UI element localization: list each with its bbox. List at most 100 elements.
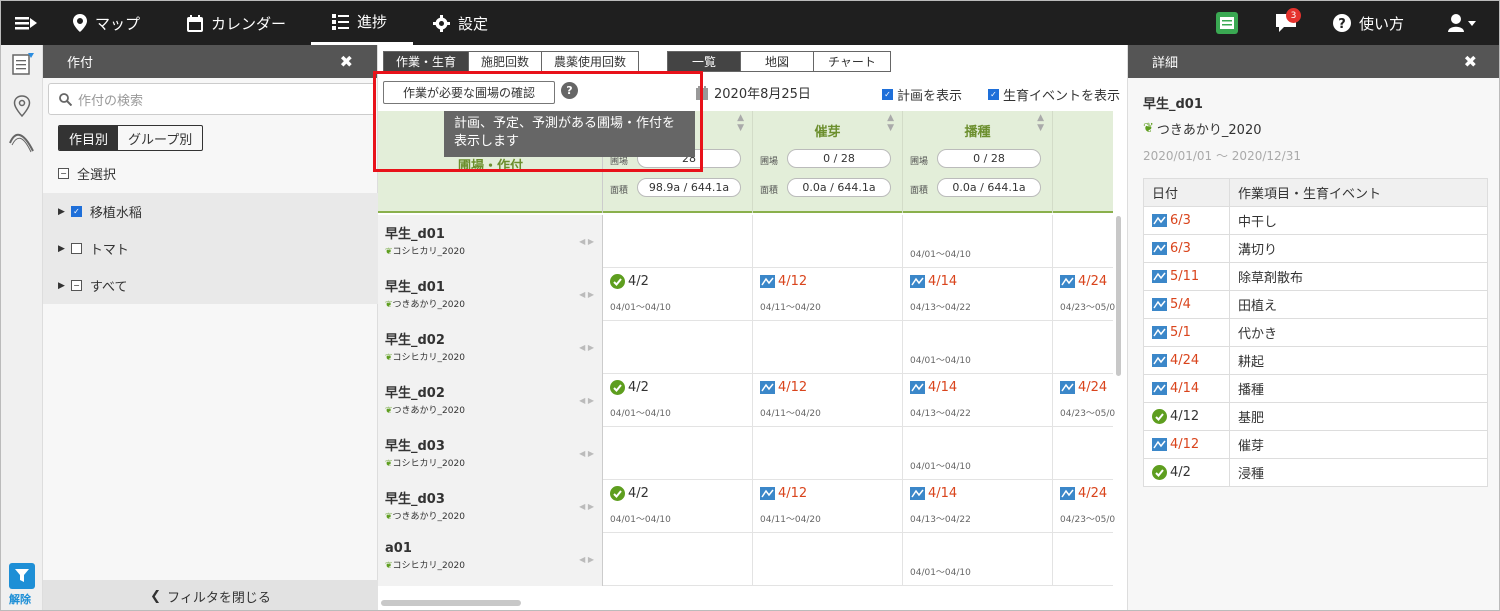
status-cell[interactable]: [753, 427, 903, 480]
seg-by-crop[interactable]: 作目別: [59, 126, 119, 150]
status-cell[interactable]: [603, 427, 753, 480]
status-cell[interactable]: 4/14 04/13～04/22: [903, 374, 1053, 427]
close-filter-button[interactable]: ❮ フィルタを閉じる: [43, 580, 378, 610]
detail-row[interactable]: 4/14 播種: [1143, 374, 1488, 403]
nav-calendar[interactable]: カレンダー: [187, 1, 286, 45]
status-cell[interactable]: [603, 215, 753, 268]
location-pin-icon[interactable]: [13, 95, 31, 117]
detail-row[interactable]: 6/3 溝切り: [1143, 234, 1488, 263]
field-cell[interactable]: 早生_d03 ❦つきあかり_2020 ◀ ▶: [378, 480, 603, 533]
tree-checkbox[interactable]: ✓: [70, 206, 82, 217]
field-cell[interactable]: 早生_d01 ❦つきあかり_2020 ◀ ▶: [378, 268, 603, 321]
status-cell[interactable]: [753, 215, 903, 268]
tree-checkbox[interactable]: [70, 243, 82, 254]
vertical-scrollbar[interactable]: [1116, 216, 1121, 376]
tree-item-tomato[interactable]: ▶ トマト: [43, 230, 378, 267]
tab-map[interactable]: 地図: [741, 52, 815, 71]
field-cell[interactable]: 早生_d03 ❦コシヒカリ_2020 ◀ ▶: [378, 427, 603, 480]
detail-row[interactable]: 5/11 除草剤散布: [1143, 262, 1488, 291]
field-cell[interactable]: a01 ❦コシヒカリ_2020 ◀ ▶: [378, 533, 603, 586]
status-cell[interactable]: 4/12 04/11～04/20: [753, 374, 903, 427]
help-link[interactable]: ? 使い方: [1333, 1, 1404, 45]
status-cell[interactable]: 04/01～04/10: [903, 321, 1053, 374]
nav-map[interactable]: マップ: [73, 1, 140, 45]
show-events-checkbox[interactable]: ✓: [988, 89, 999, 100]
nav-progress[interactable]: 進捗: [311, 1, 413, 45]
spreadsheet-icon[interactable]: [1216, 1, 1238, 45]
detail-row[interactable]: 6/3 中干し: [1143, 206, 1488, 235]
nav-settings[interactable]: 設定: [433, 1, 488, 45]
status-cell[interactable]: 4/14 04/13～04/22: [903, 268, 1053, 321]
detail-row[interactable]: 5/1 代かき: [1143, 318, 1488, 347]
table-row[interactable]: a01 ❦コシヒカリ_2020 ◀ ▶ 04/01～04/10: [378, 533, 1203, 586]
detail-row[interactable]: 4/12 基肥: [1143, 402, 1488, 431]
status-cell[interactable]: 4/2 04/01～04/10: [603, 374, 753, 427]
show-events-toggle[interactable]: ✓ 生育イベントを表示: [988, 85, 1120, 104]
date-display[interactable]: 2020年8月25日: [696, 83, 811, 102]
tab-fertilizer[interactable]: 施肥回数: [469, 52, 543, 71]
pill-field-label: 圃場: [760, 157, 779, 167]
sort-arrows-icon[interactable]: ▲▼: [737, 113, 744, 133]
table-row[interactable]: 早生_d03 ❦コシヒカリ_2020 ◀ ▶ 04/01～04/10: [378, 427, 1203, 480]
status-cell[interactable]: [603, 533, 753, 586]
tree-checkbox[interactable]: −: [70, 280, 82, 291]
list-doc-icon[interactable]: [12, 53, 34, 75]
status-cell[interactable]: [603, 321, 753, 374]
crop-search-input[interactable]: 作付の検索: [48, 83, 376, 115]
tree-item-rice[interactable]: ▶ ✓ 移植水稲: [43, 193, 378, 230]
filter-close-icon[interactable]: ✖: [340, 52, 353, 71]
status-cell[interactable]: 4/14 04/13～04/22: [903, 480, 1053, 533]
table-row[interactable]: 早生_d02 ❦つきあかり_2020 ◀ ▶ 4/2 04/01～04/10 4/12 04…: [378, 374, 1203, 427]
user-menu[interactable]: [1448, 1, 1478, 45]
detail-row[interactable]: 4/24 耕起: [1143, 346, 1488, 375]
row-nav-arrows-icon[interactable]: ◀ ▶: [579, 502, 594, 511]
status-cell[interactable]: [753, 533, 903, 586]
table-row[interactable]: 早生_d02 ❦コシヒカリ_2020 ◀ ▶ 04/01～04/10: [378, 321, 1203, 374]
select-all-checkbox[interactable]: −: [58, 168, 69, 179]
row-nav-arrows-icon[interactable]: ◀ ▶: [579, 396, 594, 405]
field-cell[interactable]: 早生_d01 ❦コシヒカリ_2020 ◀ ▶: [378, 215, 603, 268]
select-all-row[interactable]: − 全選択: [43, 155, 378, 192]
row-nav-arrows-icon[interactable]: ◀ ▶: [579, 555, 594, 564]
detail-row[interactable]: 4/2 浸種: [1143, 458, 1488, 487]
show-plan-toggle[interactable]: ✓ 計画を表示: [882, 85, 962, 104]
field-cell[interactable]: 早生_d02 ❦コシヒカリ_2020 ◀ ▶: [378, 321, 603, 374]
status-cell[interactable]: 4/12 04/11～04/20: [753, 480, 903, 533]
tree-item-all[interactable]: ▶ − すべて: [43, 267, 378, 304]
detail-close-icon[interactable]: ✖: [1464, 52, 1477, 71]
row-nav-arrows-icon[interactable]: ◀ ▶: [579, 290, 594, 299]
status-cell[interactable]: 04/01～04/10: [903, 533, 1053, 586]
table-row[interactable]: 早生_d01 ❦コシヒカリ_2020 ◀ ▶ 04/01～04/10: [378, 215, 1203, 268]
detail-row[interactable]: 5/4 田植え: [1143, 290, 1488, 319]
table-row[interactable]: 早生_d03 ❦つきあかり_2020 ◀ ▶ 4/2 04/01～04/10 4/12 04…: [378, 480, 1203, 533]
status-cell[interactable]: 4/12 04/11～04/20: [753, 268, 903, 321]
filter-release-label[interactable]: 解除: [9, 591, 31, 607]
status-cell[interactable]: 04/01～04/10: [903, 427, 1053, 480]
row-nav-arrows-icon[interactable]: ◀ ▶: [579, 237, 594, 246]
status-cell[interactable]: [753, 321, 903, 374]
seg-by-group[interactable]: グループ別: [118, 126, 202, 150]
close-filter-label: フィルタを閉じる: [167, 590, 271, 606]
table-row[interactable]: 早生_d01 ❦つきあかり_2020 ◀ ▶ 4/2 04/01～04/10 4/12 04…: [378, 268, 1203, 321]
expand-arrow-icon[interactable]: ▶: [58, 281, 65, 291]
sort-arrows-icon[interactable]: ▲▼: [887, 113, 894, 133]
show-plan-checkbox[interactable]: ✓: [882, 89, 893, 100]
menu-toggle-icon[interactable]: [15, 1, 37, 45]
curve-icon[interactable]: [9, 131, 35, 153]
horizontal-scrollbar[interactable]: [381, 600, 521, 606]
expand-arrow-icon[interactable]: ▶: [58, 244, 65, 254]
tab-pesticide[interactable]: 農薬使用回数: [542, 52, 638, 71]
tab-work-growth[interactable]: 作業・生育: [384, 52, 470, 71]
row-nav-arrows-icon[interactable]: ◀ ▶: [579, 343, 594, 352]
status-cell[interactable]: 4/2 04/01～04/10: [603, 268, 753, 321]
status-cell[interactable]: 4/2 04/01～04/10: [603, 480, 753, 533]
filter-icon[interactable]: [9, 563, 35, 589]
sort-arrows-icon[interactable]: ▲▼: [1037, 113, 1044, 133]
field-cell[interactable]: 早生_d02 ❦つきあかり_2020 ◀ ▶: [378, 374, 603, 427]
row-nav-arrows-icon[interactable]: ◀ ▶: [579, 449, 594, 458]
expand-arrow-icon[interactable]: ▶: [58, 207, 65, 217]
detail-row[interactable]: 4/12 催芽: [1143, 430, 1488, 459]
status-cell[interactable]: 04/01～04/10: [903, 215, 1053, 268]
tab-list[interactable]: 一覧: [668, 52, 742, 71]
tab-chart[interactable]: チャート: [814, 52, 890, 71]
